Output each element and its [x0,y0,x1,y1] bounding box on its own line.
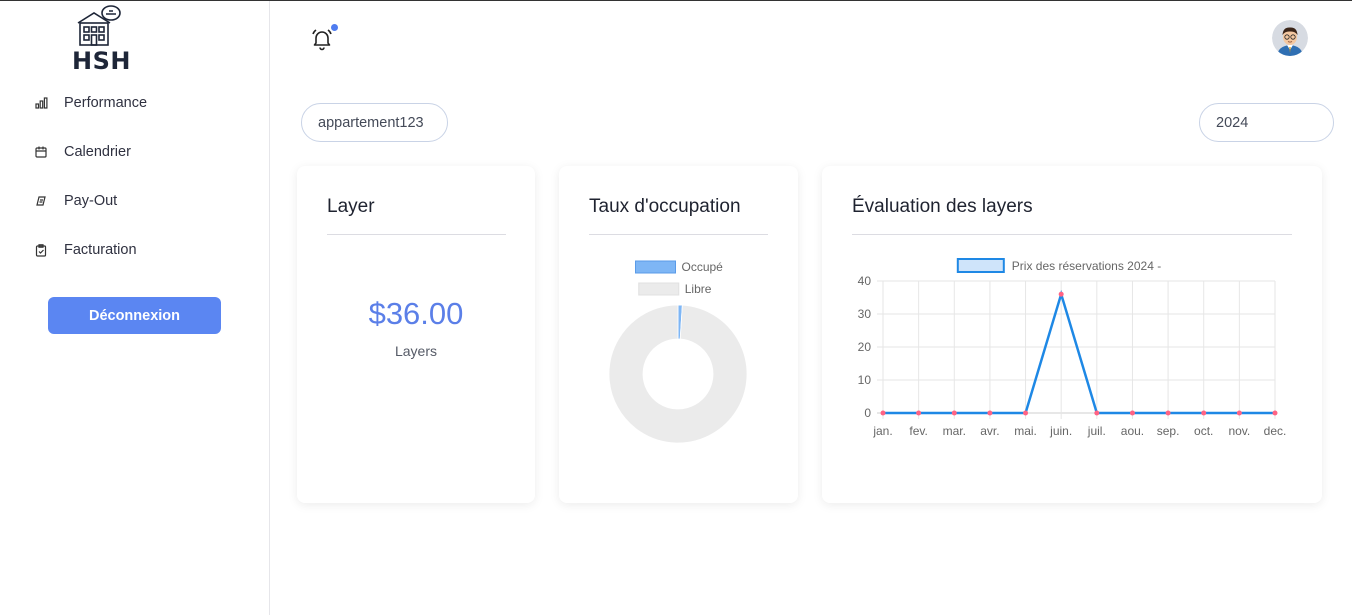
legend-swatch [635,260,676,274]
data-point [987,410,993,416]
bar-chart-icon [34,96,48,110]
data-point [1165,410,1171,416]
user-avatar[interactable] [1272,20,1308,56]
legend-swatch [956,258,1005,273]
x-tick-label: juil. [1087,424,1106,438]
x-tick-label: sep. [1157,424,1180,438]
data-point [1023,410,1029,416]
data-point [1094,410,1100,416]
y-tick-label: 30 [858,307,872,321]
notification-button[interactable] [310,27,334,51]
sidebar-item-facturation[interactable]: Facturation [34,238,137,262]
legend-label: Occupé [682,260,724,274]
evaluation-card: Évaluation des layers Prix des réservati… [822,166,1322,503]
layer-total-label: Layers [394,343,438,359]
payout-icon [34,194,48,208]
sidebar-item-calendrier[interactable]: Calendrier [34,140,131,164]
card-divider [852,234,1292,235]
layer-total-value: $36.00 [368,296,464,331]
x-tick-label: avr. [980,424,999,438]
x-tick-label: fev. [909,424,927,438]
data-point [1129,410,1135,416]
house-logo-icon [77,5,121,46]
notification-badge [331,24,338,31]
x-tick-label: aou. [1121,424,1144,438]
card-title: Taux d'occupation [589,196,741,217]
sidebar-item-performance[interactable]: Performance [34,91,147,115]
legend-label: Libre [685,282,712,296]
data-point [916,410,922,416]
data-point [880,410,886,416]
y-tick-label: 10 [858,373,872,387]
sidebar-item-label: Calendrier [64,144,131,160]
property-select[interactable]: appartement123 [301,103,448,142]
sidebar: HSH Performance Calendrier Pay-Out Factu… [0,1,270,615]
series-line [883,289,1275,415]
evaluation-line-chart: Prix des réservations 2024 - 0 10 20 30 40 jan… [858,258,1287,438]
doughnut-slice [608,304,748,444]
data-point [1058,291,1064,297]
card-divider [589,234,768,235]
calendar-icon [34,145,48,159]
x-tick-label: oct. [1194,424,1213,438]
card-title: Évaluation des layers [852,196,1033,217]
y-tick-label: 0 [864,406,871,420]
y-tick-label: 40 [858,274,872,288]
clipboard-icon [34,243,48,257]
sidebar-item-label: Performance [64,95,148,111]
card-title: Layer [327,196,375,217]
property-select-value: appartement123 [318,114,424,131]
x-tick-label: nov. [1228,424,1250,438]
sidebar-item-label: Facturation [64,242,137,258]
x-tick-label: mai. [1014,424,1037,438]
year-select-value: 2024 [1216,114,1249,131]
data-point [1201,410,1207,416]
x-tick-label: juin. [1049,424,1072,438]
year-select[interactable]: 2024 [1199,103,1334,142]
logo-text: HSH [72,47,131,75]
data-point [951,410,957,416]
legend-swatch [638,282,680,296]
bell-icon [312,29,332,51]
x-tick-label: mar. [943,424,966,438]
data-point [1236,410,1242,416]
data-point [1272,410,1278,416]
y-tick-label: 20 [858,340,872,354]
occupancy-doughnut-chart: Occupé Libre [608,260,748,444]
sidebar-item-pay-out[interactable]: Pay-Out [34,189,117,213]
hsh-logo[interactable]: HSH [72,3,131,75]
avatar-icon [1272,20,1308,56]
layer-card: Layer $36.00 Layers [297,166,535,503]
x-tick-label: dec. [1264,424,1287,438]
card-divider [327,234,506,235]
sidebar-item-label: Pay-Out [64,193,118,209]
x-tick-label: jan. [872,424,892,438]
legend-label: Prix des réservations 2024 - [1012,259,1161,273]
logout-button[interactable]: Déconnexion [48,297,221,334]
occupancy-card: Taux d'occupation Occupé Libre [559,166,798,503]
